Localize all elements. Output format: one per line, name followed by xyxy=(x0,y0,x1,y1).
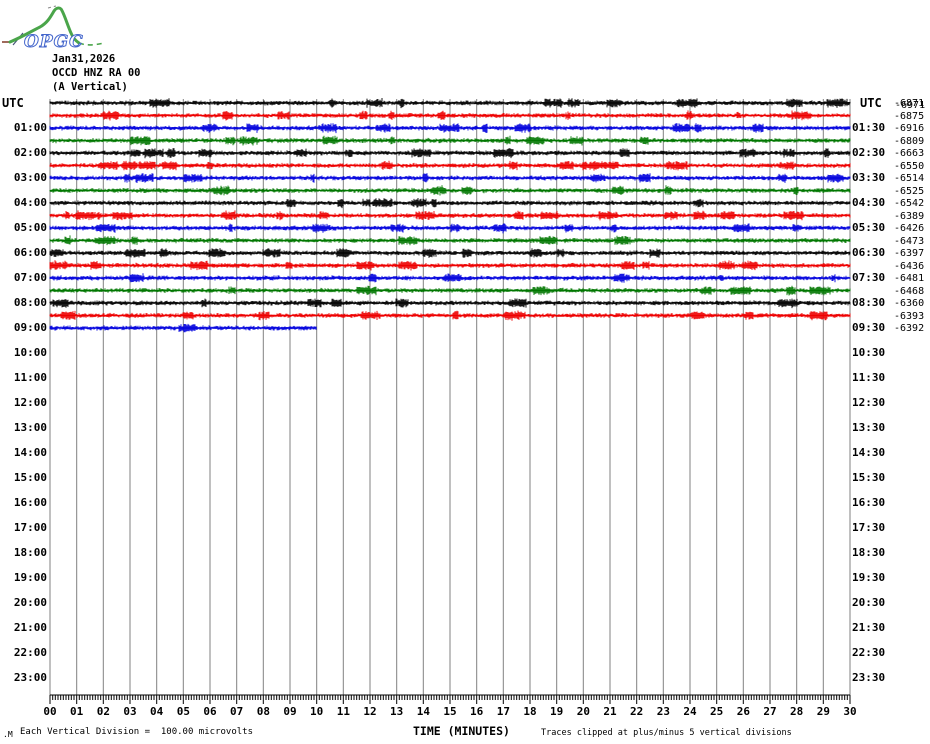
trace-offset-value: -6426 xyxy=(894,223,925,234)
minute-tick-label: 24 xyxy=(683,705,697,718)
minute-tick-label: 17 xyxy=(496,705,510,718)
clip-note: Traces clipped at plus/minus 5 vertical … xyxy=(541,728,792,738)
trace-offset-value: -6542 xyxy=(894,198,925,209)
minute-tick-label: 13 xyxy=(390,705,404,718)
minute-tick-label: 09 xyxy=(283,705,297,718)
trace-offset-value: -6550 xyxy=(894,160,925,172)
hour-label-left: 01:00 xyxy=(13,121,47,134)
hour-label-left: 15:00 xyxy=(13,471,47,484)
hour-label-right: 22:30 xyxy=(852,646,886,659)
minute-tick-label: 12 xyxy=(363,705,377,718)
hour-label-left: 06:00 xyxy=(13,246,47,259)
hour-label-right: 21:30 xyxy=(852,621,886,634)
hour-label-left: 13:00 xyxy=(13,421,47,434)
trace-offset-value: -6436 xyxy=(894,260,925,272)
trace-offset-value: -6397 xyxy=(894,248,925,259)
trace-offset-value: -6360 xyxy=(894,298,925,309)
hour-label-right: 18:30 xyxy=(852,546,886,559)
minute-tick-label: 26 xyxy=(736,705,750,718)
trace-offset-value: -6875 xyxy=(894,110,925,122)
hour-label-left: 05:00 xyxy=(13,221,47,234)
minute-tick-label: 27 xyxy=(763,705,777,718)
minute-tick-label: 20 xyxy=(576,705,590,718)
minute-tick-label: 21 xyxy=(603,705,617,718)
hour-label-right: 15:30 xyxy=(852,471,886,484)
hour-label-left: 16:00 xyxy=(13,496,47,509)
minute-tick-label: 05 xyxy=(176,705,190,718)
helicorder-page: OPGC Jan31,2026 OCCD HNZ RA 00 (A Vertic… xyxy=(0,0,930,744)
minute-tick-label: 10 xyxy=(310,705,324,718)
minute-tick-label: 23 xyxy=(656,705,670,718)
hour-label-right: 11:30 xyxy=(852,371,886,384)
minute-tick-label: 02 xyxy=(96,705,110,718)
hour-label-left: 19:00 xyxy=(13,571,47,584)
hour-label-right: 14:30 xyxy=(852,446,886,459)
minute-tick-label: 19 xyxy=(550,705,564,718)
hour-label-left: 03:00 xyxy=(13,171,47,184)
minute-tick-label: 07 xyxy=(230,705,244,718)
minute-tick-label: 29 xyxy=(816,705,830,718)
hour-label-left: 07:00 xyxy=(13,271,47,284)
hour-label-left: 23:00 xyxy=(13,671,47,684)
minute-tick-label: 16 xyxy=(470,705,484,718)
hour-label-right: 20:30 xyxy=(852,596,886,609)
minute-tick-label: 28 xyxy=(790,705,804,718)
minute-tick-label: 22 xyxy=(630,705,644,718)
hour-label-right: 12:30 xyxy=(852,396,886,409)
hour-label-left: 12:00 xyxy=(13,396,47,409)
hour-label-left: 14:00 xyxy=(13,446,47,459)
trace-offset-value: -6473 xyxy=(894,235,925,247)
minute-tick-label: 08 xyxy=(256,705,270,718)
minute-tick-label: 06 xyxy=(203,705,217,718)
trace-offset-value: -6916 xyxy=(894,123,925,134)
minute-tick-label: 00 xyxy=(43,705,57,718)
hour-label-left: 11:00 xyxy=(13,371,47,384)
hour-label-left: 22:00 xyxy=(13,646,47,659)
trace-offset-value: -6392 xyxy=(894,323,925,334)
hour-label-left: 17:00 xyxy=(13,521,47,534)
trace-offset-value: -6468 xyxy=(894,285,925,297)
minute-tick-label: 15 xyxy=(443,705,457,718)
trace-offset-value-overlap: -6971 xyxy=(895,99,926,111)
minute-tick-label: 30 xyxy=(843,705,857,718)
seismogram-plot xyxy=(49,98,851,704)
trace-offset-value: -6809 xyxy=(894,135,925,147)
trace-offset-value: -6481 xyxy=(894,273,925,284)
minute-tick-label: 01 xyxy=(70,705,84,718)
hour-label-left: 21:00 xyxy=(13,621,47,634)
hour-label-left: 09:00 xyxy=(13,321,47,334)
hour-label-left: 20:00 xyxy=(13,596,47,609)
trace-offset-value: -6525 xyxy=(894,185,925,197)
trace-offset-value: -6393 xyxy=(894,310,925,322)
hour-label-left: 08:00 xyxy=(13,296,47,309)
minute-tick-label: 04 xyxy=(150,705,164,718)
hour-label-left: 02:00 xyxy=(13,146,47,159)
hour-label-right: 10:30 xyxy=(852,346,886,359)
minute-tick-label: 11 xyxy=(336,705,350,718)
trace-offset-value: -6389 xyxy=(894,210,925,222)
grid-line xyxy=(49,99,851,695)
minute-tick-label: 14 xyxy=(416,705,430,718)
ruler xyxy=(49,694,851,704)
hour-label-right: 17:30 xyxy=(852,521,886,534)
hour-label-left: 04:00 xyxy=(13,196,47,209)
hour-label-right: 19:30 xyxy=(852,571,886,584)
corner-mark: .M xyxy=(3,730,13,739)
trace-offset-value: -6663 xyxy=(894,148,925,159)
trace-offset-value: -6514 xyxy=(894,173,925,184)
minute-tick-label: 25 xyxy=(710,705,724,718)
hour-label-left: 18:00 xyxy=(13,546,47,559)
minute-tick-label: 03 xyxy=(123,705,137,718)
time-axis-label: TIME (MINUTES) xyxy=(413,724,510,738)
division-note: Each Vertical Division = 100.00 microvol… xyxy=(20,727,253,737)
hour-label-left: 10:00 xyxy=(13,346,47,359)
hour-label-right: 13:30 xyxy=(852,421,886,434)
minute-tick-label: 18 xyxy=(523,705,537,718)
hour-label-right: 16:30 xyxy=(852,496,886,509)
hour-label-right: 23:30 xyxy=(852,671,886,684)
